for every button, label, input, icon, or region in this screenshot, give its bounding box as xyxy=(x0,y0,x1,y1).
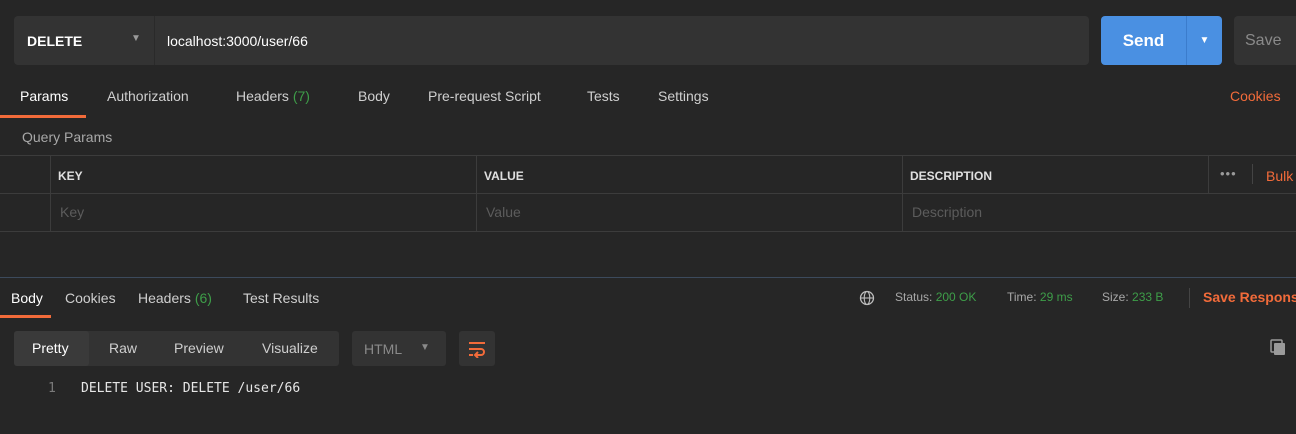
view-preview-button[interactable]: Preview xyxy=(174,340,224,356)
status-value: 200 OK xyxy=(935,290,977,304)
column-header-value: VALUE xyxy=(484,169,524,183)
save-response-button[interactable]: Save Respons xyxy=(1203,289,1296,305)
tab-label: Body xyxy=(358,88,390,104)
time-value: 29 ms xyxy=(1039,290,1073,304)
chevron-down-icon: ▼ xyxy=(1199,35,1210,46)
tab-label: Headers xyxy=(138,290,191,306)
wrap-lines-button[interactable] xyxy=(459,331,495,366)
send-options-button[interactable]: ▼ xyxy=(1186,16,1222,65)
key-input[interactable]: Key xyxy=(60,204,84,220)
response-time: Time: 29 ms xyxy=(1007,290,1073,304)
format-value: HTML xyxy=(364,340,403,357)
table-col-divider xyxy=(476,155,477,231)
response-tab-test-results[interactable]: Test Results xyxy=(243,290,319,318)
url-input[interactable]: localhost:3000/user/66 xyxy=(154,16,1089,65)
copy-icon[interactable] xyxy=(1269,338,1287,359)
header-separator xyxy=(1252,164,1253,184)
tab-count: (7) xyxy=(292,88,310,104)
column-header-key: KEY xyxy=(58,169,83,183)
response-tab-headers[interactable]: Headers (6) xyxy=(138,290,212,318)
active-tab-indicator xyxy=(0,115,87,118)
wrap-lines-icon xyxy=(469,341,485,358)
globe-icon[interactable] xyxy=(859,290,875,309)
tab-label: Authorization xyxy=(107,88,189,104)
response-status: Status: 200 OK xyxy=(895,290,976,304)
tab-body[interactable]: Body xyxy=(358,88,390,118)
table-border-bottom xyxy=(0,231,1296,232)
tab-pre-request-script[interactable]: Pre-request Script xyxy=(428,88,541,118)
value-input[interactable]: Value xyxy=(486,204,521,220)
chevron-down-icon: ▼ xyxy=(420,342,430,353)
tab-label: Headers xyxy=(236,88,289,104)
status-separator xyxy=(1189,288,1190,308)
status-label: Status: xyxy=(895,290,933,304)
tab-label: Tests xyxy=(587,88,620,104)
tab-label: Settings xyxy=(658,88,709,104)
view-visualize-button[interactable]: Visualize xyxy=(262,340,318,356)
line-number: 1 xyxy=(48,381,56,396)
tab-label: Body xyxy=(11,290,43,306)
active-tab-indicator xyxy=(0,315,51,318)
response-size: Size: 233 B xyxy=(1102,290,1163,304)
response-tab-body[interactable]: Body xyxy=(0,290,51,318)
tab-headers[interactable]: Headers (7) xyxy=(236,88,310,118)
bulk-edit-link[interactable]: Bulk xyxy=(1266,168,1293,184)
cookies-link[interactable]: Cookies xyxy=(1230,88,1281,104)
method-select[interactable]: DELETE ▼ xyxy=(14,16,154,65)
send-button[interactable]: Send xyxy=(1101,16,1186,65)
size-label: Size: xyxy=(1102,290,1129,304)
description-input[interactable]: Description xyxy=(912,204,982,220)
column-header-description: DESCRIPTION xyxy=(910,169,993,183)
query-params-title: Query Params xyxy=(22,129,113,145)
response-divider[interactable] xyxy=(0,277,1296,278)
tab-count: (6) xyxy=(194,290,212,306)
tab-tests[interactable]: Tests xyxy=(587,88,620,118)
tab-settings[interactable]: Settings xyxy=(658,88,709,118)
url-value: localhost:3000/user/66 xyxy=(167,32,308,49)
method-value: DELETE xyxy=(27,32,83,49)
table-col-divider xyxy=(1208,155,1209,193)
response-body-line: DELETE USER: DELETE /user/66 xyxy=(81,381,301,396)
tab-params[interactable]: Params xyxy=(0,88,87,118)
tab-label: Cookies xyxy=(65,290,116,306)
view-pretty-button[interactable]: Pretty xyxy=(32,340,69,356)
more-horizontal-icon[interactable]: ••• xyxy=(1220,166,1237,181)
table-border-mid xyxy=(0,193,1296,194)
tab-authorization[interactable]: Authorization xyxy=(107,88,189,118)
save-button[interactable]: Save xyxy=(1234,16,1296,65)
table-border-top xyxy=(0,155,1296,156)
table-col-divider xyxy=(50,155,51,231)
tab-label: Params xyxy=(20,88,69,104)
tab-label: Test Results xyxy=(243,290,320,306)
format-select[interactable]: HTML ▼ xyxy=(352,331,446,366)
chevron-down-icon: ▼ xyxy=(131,33,141,44)
view-raw-button[interactable]: Raw xyxy=(109,340,137,356)
size-value: 233 B xyxy=(1132,290,1164,304)
time-label: Time: xyxy=(1007,290,1037,304)
table-col-divider xyxy=(902,155,903,231)
tab-label: Pre-request Script xyxy=(428,88,541,104)
response-tab-cookies[interactable]: Cookies xyxy=(65,290,116,318)
